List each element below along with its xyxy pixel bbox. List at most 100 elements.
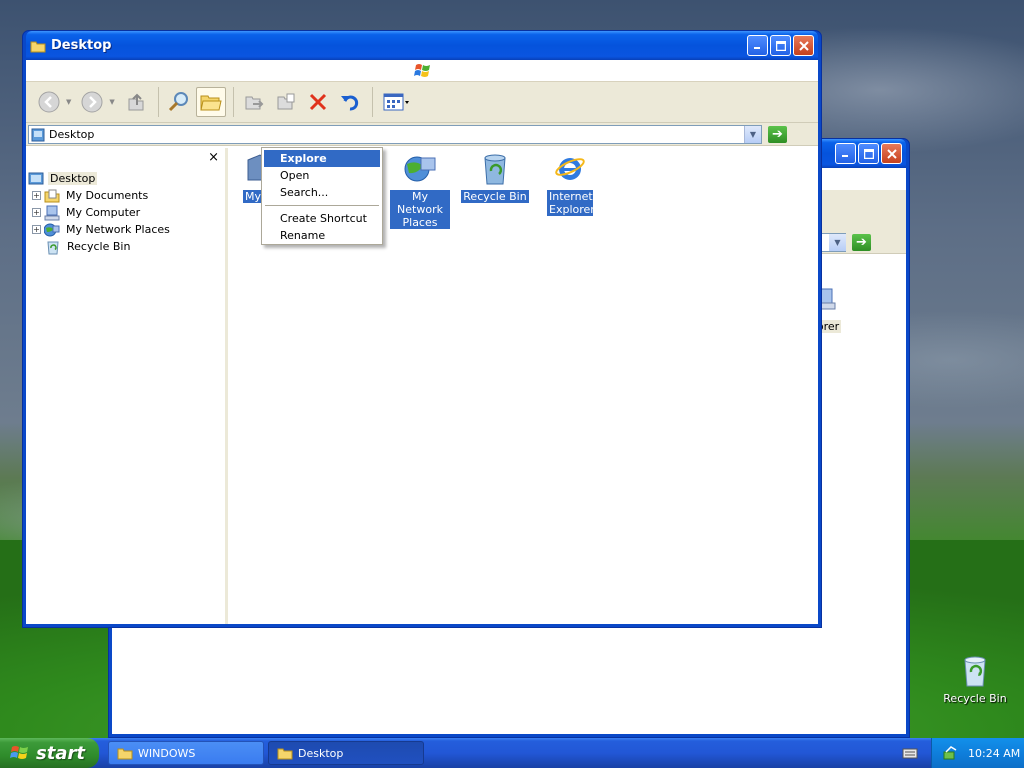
expand-icon[interactable]: + <box>32 208 41 217</box>
address-value: Desktop <box>49 128 95 141</box>
recycle-bin-icon <box>47 241 59 254</box>
search-icon <box>168 92 188 112</box>
close-button[interactable] <box>793 35 814 56</box>
folder-icon <box>117 748 133 760</box>
undo-icon <box>340 95 358 111</box>
main-window-client: ▼ ▼ Desktop ▼ ➔ × Desktop + My Documents… <box>26 60 818 624</box>
undo-button[interactable] <box>335 87 365 117</box>
minimize-icon <box>754 47 760 49</box>
tree-item-my-documents[interactable]: + My Documents <box>28 187 172 204</box>
tree-item-recycle-bin[interactable]: Recycle Bin <box>28 238 172 255</box>
tree-item-label: Recycle Bin <box>67 240 131 253</box>
folder-icon <box>200 95 222 111</box>
menu-item-search[interactable]: Search... <box>264 184 380 201</box>
chevron-down-icon[interactable]: ▼ <box>744 126 761 143</box>
windows-logo-icon <box>10 746 28 759</box>
maximize-icon <box>863 148 874 159</box>
tree-item-desktop[interactable]: Desktop <box>28 170 172 187</box>
taskbar-item-label: Desktop <box>298 746 344 760</box>
menu-item-explore[interactable]: Explore <box>264 150 380 167</box>
copy-to-icon <box>277 93 295 110</box>
back-button[interactable] <box>34 87 64 117</box>
views-button[interactable] <box>378 87 414 117</box>
forward-arrow-icon <box>81 91 103 113</box>
taskbar-item-desktop[interactable]: Desktop <box>268 741 424 765</box>
chevron-down-icon[interactable]: ▼ <box>109 98 114 106</box>
my-documents-icon <box>44 189 60 202</box>
file-recycle-bin[interactable]: Recycle Bin <box>455 152 535 203</box>
folders-button[interactable] <box>195 87 226 117</box>
network-places-icon <box>404 156 436 182</box>
menu-item-open[interactable]: Open <box>264 167 380 184</box>
start-button[interactable]: start <box>0 738 99 768</box>
file-my-network-places[interactable]: My Network Places <box>380 152 460 229</box>
desktop-explorer-window[interactable]: Desktop ▼ ▼ Desktop ▼ ➔ × Desktop + My D… <box>22 30 822 628</box>
chevron-down-icon[interactable]: ▼ <box>829 234 846 251</box>
back-close-button[interactable] <box>881 143 902 164</box>
close-icon <box>798 40 809 51</box>
menu-separator <box>265 205 379 206</box>
expand-icon[interactable]: + <box>32 225 41 234</box>
maximize-icon <box>775 40 786 51</box>
file-internet-explorer[interactable]: Internet Explorer <box>530 152 610 216</box>
go-button[interactable]: ➔ <box>768 126 787 143</box>
start-label: start <box>36 742 85 764</box>
folder-icon <box>30 41 46 52</box>
desktop-icon <box>31 128 45 141</box>
delete-button[interactable] <box>303 87 333 117</box>
tree-item-label: My Documents <box>66 189 149 202</box>
system-tray: 10:24 AM <box>931 738 1024 768</box>
search-button[interactable] <box>164 87 194 117</box>
keyboard-icon[interactable] <box>902 745 918 761</box>
desktop-recycle-bin[interactable]: Recycle Bin <box>940 654 1010 705</box>
content-panes: × Desktop + My Documents + My Computer +… <box>26 147 818 624</box>
expand-icon[interactable]: + <box>32 191 41 200</box>
window-title: Desktop <box>51 38 112 53</box>
taskbar: start WINDOWS Desktop 10:24 AM <box>0 738 1024 768</box>
tree-item-label: My Computer <box>66 206 141 219</box>
windows-logo-icon <box>414 64 430 77</box>
context-menu: Explore Open Search... Create Shortcut R… <box>261 147 383 245</box>
file-label: My Network Places <box>390 190 450 229</box>
maximize-button[interactable] <box>770 35 791 56</box>
network-places-icon <box>44 223 60 236</box>
address-bar: Desktop ▼ ➔ <box>26 123 818 146</box>
menu-item-create-shortcut[interactable]: Create Shortcut <box>264 210 380 227</box>
computer-icon <box>44 205 60 220</box>
back-minimize-button[interactable] <box>835 143 856 164</box>
main-window-titlebar[interactable]: Desktop <box>26 31 818 60</box>
clock[interactable]: 10:24 AM <box>968 747 1020 760</box>
tree-item-my-computer[interactable]: + My Computer <box>28 204 172 221</box>
network-tray-icon[interactable] <box>942 745 958 761</box>
address-input[interactable]: Desktop ▼ <box>28 125 762 144</box>
back-go-button[interactable]: ➔ <box>852 234 871 251</box>
folder-tree: Desktop + My Documents + My Computer + M… <box>28 170 172 255</box>
forward-button[interactable] <box>77 87 107 117</box>
views-icon <box>383 93 409 111</box>
recycle-bin-icon <box>484 154 506 185</box>
up-button[interactable] <box>121 87 151 117</box>
folders-pane: × Desktop + My Documents + My Computer +… <box>26 148 228 624</box>
delete-icon <box>309 93 326 111</box>
chevron-down-icon[interactable]: ▼ <box>66 98 71 106</box>
copy-to-button[interactable] <box>271 87 301 117</box>
menu-item-rename[interactable]: Rename <box>264 227 380 244</box>
back-arrow-icon <box>38 91 60 113</box>
minimize-icon <box>842 155 848 157</box>
taskbar-item-windows[interactable]: WINDOWS <box>108 741 264 765</box>
up-folder-icon <box>128 93 144 111</box>
move-to-icon <box>245 96 264 110</box>
back-maximize-button[interactable] <box>858 143 879 164</box>
minimize-button[interactable] <box>747 35 768 56</box>
tree-item-label: Desktop <box>48 172 98 185</box>
desktop-icon-label: Recycle Bin <box>943 692 1007 705</box>
menu-bar <box>26 60 818 82</box>
desktop-icon <box>28 172 44 184</box>
move-to-button[interactable] <box>239 87 269 117</box>
folder-icon <box>277 748 293 760</box>
toolbar: ▼ ▼ <box>26 82 818 123</box>
tree-item-my-network-places[interactable]: + My Network Places <box>28 221 172 238</box>
close-icon[interactable]: × <box>208 150 219 165</box>
taskbar-item-label: WINDOWS <box>138 746 196 760</box>
close-icon <box>886 148 897 159</box>
